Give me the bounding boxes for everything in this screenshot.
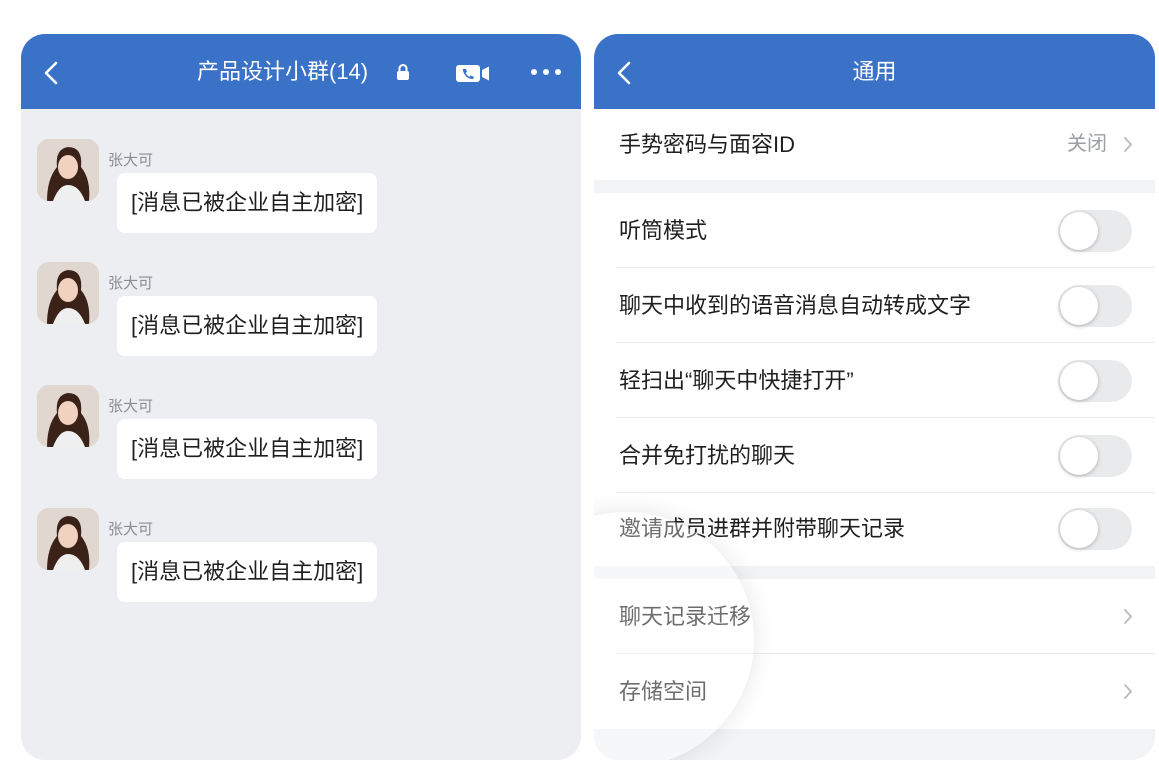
- settings-group-security: 手势密码与面容ID 关闭: [594, 109, 1155, 180]
- chat-title: 产品设计小群(14): [197, 59, 369, 84]
- row-label: 聊天记录迁移: [619, 604, 752, 629]
- settings-navbar: 通用: [594, 34, 1155, 109]
- chevron-right-icon: [1124, 609, 1132, 624]
- row-label: 存储空间: [619, 679, 708, 704]
- toggle-knob: [1060, 362, 1098, 400]
- chevron-left-icon[interactable]: [41, 60, 63, 86]
- storage-space-row[interactable]: 存储空间: [594, 654, 1155, 729]
- gesture-faceid-row[interactable]: 手势密码与面容ID 关闭: [594, 107, 1155, 182]
- more-icon[interactable]: [528, 65, 564, 79]
- message-bubble[interactable]: [消息已被企业自主加密]: [117, 419, 378, 479]
- settings-panel: 通用 手势密码与面容ID 关闭 听筒模式 聊天中收到的语音消息自动转成文字 轻扫…: [594, 34, 1155, 760]
- video-call-icon[interactable]: [456, 65, 490, 82]
- message-item: 张大可 [消息已被企业自主加密]: [21, 508, 581, 618]
- row-label: 聊天中收到的语音消息自动转成文字: [619, 293, 972, 318]
- message-item: 张大可 [消息已被企业自主加密]: [21, 262, 581, 372]
- chat-history-migration-row[interactable]: 聊天记录迁移: [594, 579, 1155, 654]
- row-label: 邀请成员进群并附带聊天记录: [619, 516, 906, 541]
- chat-navbar: 产品设计小群(14): [21, 34, 581, 109]
- row-label: 合并免打扰的聊天: [619, 443, 796, 468]
- sender-name: 张大可: [108, 275, 154, 292]
- toggle-row: 聊天中收到的语音消息自动转成文字: [594, 268, 1155, 343]
- chat-panel: 产品设计小群(14) 张大可 [消息已被企业自主加密] 张大可 [消息已被企业自…: [21, 34, 581, 760]
- toggle-knob: [1060, 287, 1098, 325]
- avatar[interactable]: [37, 385, 99, 447]
- toggle-knob: [1060, 212, 1098, 250]
- message-bubble[interactable]: [消息已被企业自主加密]: [117, 296, 378, 356]
- chevron-right-icon: [1124, 684, 1132, 699]
- avatar[interactable]: [37, 139, 99, 201]
- avatar[interactable]: [37, 508, 99, 570]
- toggle-row: 轻扫出“聊天中快捷打开”: [594, 343, 1155, 418]
- toggle-knob: [1060, 437, 1098, 475]
- settings-group-toggles: 听筒模式 聊天中收到的语音消息自动转成文字 轻扫出“聊天中快捷打开” 合并免打扰…: [594, 193, 1155, 566]
- row-label: 手势密码与面容ID: [619, 132, 796, 157]
- chevron-left-icon[interactable]: [614, 60, 636, 86]
- toggle-row: 邀请成员进群并附带聊天记录: [594, 491, 1155, 566]
- toggle-row: 听筒模式: [594, 193, 1155, 268]
- avatar[interactable]: [37, 262, 99, 324]
- earpiece-mode-toggle[interactable]: [1058, 210, 1132, 252]
- message-item: 张大可 [消息已被企业自主加密]: [21, 385, 581, 495]
- toggle-row: 合并免打扰的聊天: [594, 418, 1155, 493]
- sender-name: 张大可: [108, 152, 154, 169]
- message-item: 张大可 [消息已被企业自主加密]: [21, 139, 581, 249]
- row-value: 关闭: [1067, 133, 1107, 155]
- invite-with-history-toggle[interactable]: [1058, 508, 1132, 550]
- message-bubble[interactable]: [消息已被企业自主加密]: [117, 173, 378, 233]
- toggle-knob: [1060, 510, 1098, 548]
- sender-name: 张大可: [108, 398, 154, 415]
- message-bubble[interactable]: [消息已被企业自主加密]: [117, 542, 378, 602]
- lock-icon: [397, 64, 409, 80]
- sender-name: 张大可: [108, 521, 154, 538]
- voice-to-text-toggle[interactable]: [1058, 285, 1132, 327]
- row-label: 轻扫出“聊天中快捷打开”: [619, 368, 854, 393]
- settings-group-storage: 聊天记录迁移 存储空间: [594, 579, 1155, 729]
- row-label: 听筒模式: [619, 218, 708, 243]
- merge-muted-chats-toggle[interactable]: [1058, 435, 1132, 477]
- swipe-quick-open-toggle[interactable]: [1058, 360, 1132, 402]
- chevron-right-icon: [1124, 137, 1132, 152]
- settings-title: 通用: [852, 59, 897, 84]
